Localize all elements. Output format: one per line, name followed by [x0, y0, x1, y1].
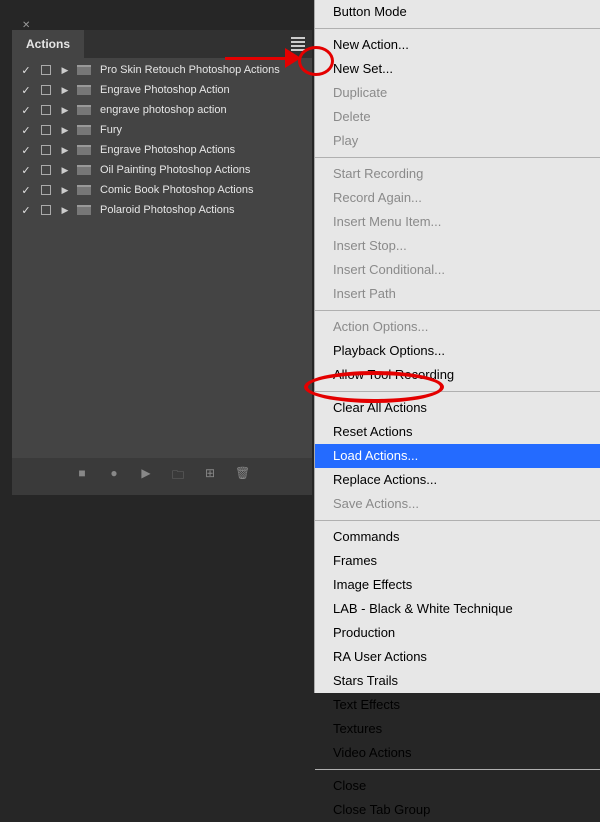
record-icon[interactable]: ●	[107, 466, 121, 487]
menu-separator	[315, 769, 600, 770]
expand-arrow-icon[interactable]	[58, 205, 72, 216]
folder-icon	[76, 185, 92, 195]
menu-item: Save Actions...	[315, 492, 600, 516]
folder-icon	[76, 145, 92, 155]
action-list: Pro Skin Retouch Photoshop ActionsEngrav…	[12, 58, 312, 458]
expand-arrow-icon[interactable]	[58, 85, 72, 96]
toggle-dialog[interactable]	[38, 85, 54, 95]
menu-item[interactable]: Load Actions...	[315, 444, 600, 468]
menu-item[interactable]: Image Effects	[315, 573, 600, 597]
new-set-icon[interactable]: 🗀	[171, 466, 185, 487]
action-set-name: Fury	[96, 124, 306, 136]
toggle-checkmark[interactable]	[18, 104, 34, 117]
action-set-row[interactable]: Fury	[12, 120, 312, 140]
menu-item: Insert Stop...	[315, 234, 600, 258]
menu-item[interactable]: Reset Actions	[315, 420, 600, 444]
action-set-row[interactable]: Engrave Photoshop Actions	[12, 140, 312, 160]
action-set-row[interactable]: Comic Book Photoshop Actions	[12, 180, 312, 200]
action-set-name: Oil Painting Photoshop Actions	[96, 164, 306, 176]
action-set-row[interactable]: Engrave Photoshop Action	[12, 80, 312, 100]
toggle-dialog[interactable]	[38, 125, 54, 135]
menu-item[interactable]: Close	[315, 774, 600, 798]
folder-icon	[76, 105, 92, 115]
action-set-name: engrave photoshop action	[96, 104, 306, 116]
toggle-checkmark[interactable]	[18, 144, 34, 157]
menu-item[interactable]: New Action...	[315, 33, 600, 57]
menu-item[interactable]: Button Mode	[315, 0, 600, 24]
menu-item: Insert Path	[315, 282, 600, 306]
toggle-checkmark[interactable]	[18, 124, 34, 137]
close-icon[interactable]: ✕	[22, 20, 30, 31]
menu-item[interactable]: Commands	[315, 525, 600, 549]
action-set-row[interactable]: Oil Painting Photoshop Actions	[12, 160, 312, 180]
action-set-row[interactable]: Polaroid Photoshop Actions	[12, 200, 312, 220]
annotation-arrow	[225, 48, 305, 68]
menu-item: Insert Conditional...	[315, 258, 600, 282]
menu-item[interactable]: Frames	[315, 549, 600, 573]
menu-item[interactable]: Replace Actions...	[315, 468, 600, 492]
actions-panel: ✕ Actions Pro Skin Retouch Photoshop Act…	[12, 30, 312, 495]
menu-item[interactable]: Close Tab Group	[315, 798, 600, 822]
toggle-dialog[interactable]	[38, 165, 54, 175]
annotation-circle-menu-button	[298, 46, 334, 76]
expand-arrow-icon[interactable]	[58, 65, 72, 76]
folder-icon	[76, 205, 92, 215]
menu-item: Action Options...	[315, 315, 600, 339]
menu-item: Insert Menu Item...	[315, 210, 600, 234]
panel-footer: ■ ● ▶ 🗀 ⊞ 🗑	[12, 458, 312, 495]
folder-icon	[76, 165, 92, 175]
menu-separator	[315, 157, 600, 158]
menu-separator	[315, 310, 600, 311]
toggle-checkmark[interactable]	[18, 84, 34, 97]
menu-item[interactable]: RA User Actions	[315, 645, 600, 669]
expand-arrow-icon[interactable]	[58, 165, 72, 176]
new-action-icon[interactable]: ⊞	[203, 466, 217, 487]
annotation-circle-load-actions	[304, 371, 444, 403]
expand-arrow-icon[interactable]	[58, 185, 72, 196]
play-icon[interactable]: ▶	[139, 466, 153, 487]
toggle-checkmark[interactable]	[18, 64, 34, 77]
menu-item[interactable]: Video Actions	[315, 741, 600, 765]
menu-item[interactable]: Playback Options...	[315, 339, 600, 363]
toggle-checkmark[interactable]	[18, 164, 34, 177]
folder-icon	[76, 125, 92, 135]
menu-item: Record Again...	[315, 186, 600, 210]
expand-arrow-icon[interactable]	[58, 105, 72, 116]
menu-item: Duplicate	[315, 81, 600, 105]
expand-arrow-icon[interactable]	[58, 125, 72, 136]
action-set-name: Polaroid Photoshop Actions	[96, 204, 306, 216]
menu-item[interactable]: Textures	[315, 717, 600, 741]
toggle-dialog[interactable]	[38, 145, 54, 155]
menu-item: Start Recording	[315, 162, 600, 186]
toggle-dialog[interactable]	[38, 65, 54, 75]
toggle-dialog[interactable]	[38, 185, 54, 195]
menu-item: Delete	[315, 105, 600, 129]
menu-item[interactable]: Production	[315, 621, 600, 645]
menu-item: Play	[315, 129, 600, 153]
menu-separator	[315, 28, 600, 29]
toggle-dialog[interactable]	[38, 205, 54, 215]
toggle-checkmark[interactable]	[18, 204, 34, 217]
stop-icon[interactable]: ■	[75, 466, 89, 487]
menu-item[interactable]: Text Effects	[315, 693, 600, 717]
menu-separator	[315, 520, 600, 521]
menu-item[interactable]: LAB - Black & White Technique	[315, 597, 600, 621]
menu-item[interactable]: New Set...	[315, 57, 600, 81]
action-set-name: Comic Book Photoshop Actions	[96, 184, 306, 196]
toggle-dialog[interactable]	[38, 105, 54, 115]
action-set-row[interactable]: engrave photoshop action	[12, 100, 312, 120]
tab-actions[interactable]: Actions	[12, 30, 84, 58]
action-set-name: Engrave Photoshop Action	[96, 84, 306, 96]
expand-arrow-icon[interactable]	[58, 145, 72, 156]
toggle-checkmark[interactable]	[18, 184, 34, 197]
trash-icon[interactable]: 🗑	[235, 466, 249, 487]
action-set-name: Engrave Photoshop Actions	[96, 144, 306, 156]
menu-item[interactable]: Stars Trails	[315, 669, 600, 693]
folder-icon	[76, 65, 92, 75]
panel-flyout-menu[interactable]: Button Mode New Action...New Set...Duplic…	[314, 0, 600, 693]
folder-icon	[76, 85, 92, 95]
